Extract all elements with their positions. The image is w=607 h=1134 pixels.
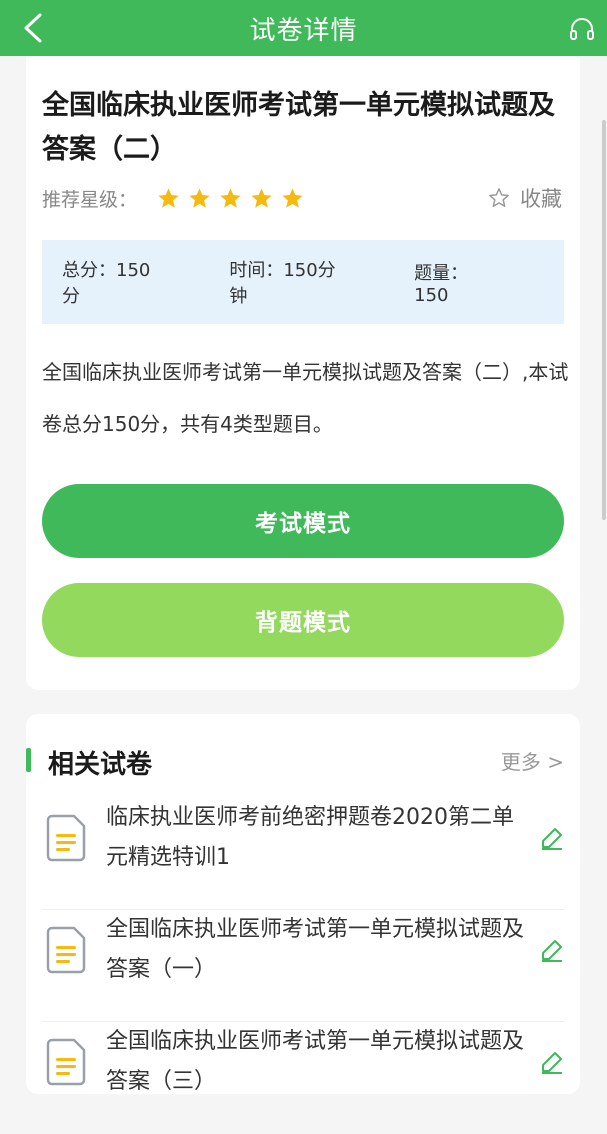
document-icon [46,814,86,862]
scrollbar[interactable] [602,120,606,520]
related-papers-card: 相关试卷 更多 > 临床执业医师考前绝密押题卷2020第二单元精选特训1 全国临… [26,714,580,1094]
total-score: 总分：150分 [62,260,151,307]
rating-row: 推荐星级： 收藏 [42,182,562,214]
list-item-title: 临床执业医师考前绝密押题卷2020第二单元精选特训1 [106,805,514,870]
edit-icon[interactable] [540,938,564,962]
exam-mode-button[interactable]: 考试模式 [42,484,564,558]
paper-info-box: 总分：150分 时间：150分钟 题量：150 [42,240,564,324]
recite-mode-button[interactable]: 背题模式 [42,583,564,657]
page-title: 试卷详情 [249,15,358,46]
more-link[interactable]: 更多 > [501,746,564,775]
rating-stars [157,187,304,210]
paper-detail-card: 全国临床执业医师考试第一单元模拟试题及答案（二） 推荐星级： 收藏 总分：150… [26,56,580,690]
list-item-title: 全国临床执业医师考试第一单元模拟试题及答案（一） [106,917,525,982]
favorite-label: 收藏 [520,187,562,211]
star-icon [189,187,210,208]
paper-title: 全国临床执业医师考试第一单元模拟试题及答案（二） [42,90,555,165]
list-item[interactable]: 全国临床执业医师考试第一单元模拟试题及答案（三） [42,1022,564,1134]
list-item[interactable]: 临床执业医师考前绝密押题卷2020第二单元精选特训1 [42,798,564,910]
top-bar: 试卷详情 [0,0,607,56]
star-icon [282,187,303,208]
exam-time: 时间：150分钟 [229,260,336,307]
rating-label: 推荐星级： [42,188,138,211]
list-item-title: 全国临床执业医师考试第一单元模拟试题及答案（三） [106,1029,525,1094]
paper-description: 全国临床执业医师考试第一单元模拟试题及答案（二）,本试卷总分150分，共有4类型… [42,360,569,436]
list-item[interactable]: 全国临床执业医师考试第一单元模拟试题及答案（一） [42,910,564,1022]
chevron-left-icon[interactable] [18,12,50,44]
document-icon [46,926,86,974]
section-title: 相关试卷 [48,750,153,780]
document-icon [46,1038,86,1086]
star-icon [220,187,241,208]
edit-icon[interactable] [540,826,564,850]
headset-icon[interactable] [569,16,595,42]
question-count: 题量：150 [414,262,469,306]
edit-icon[interactable] [540,1050,564,1074]
star-icon [251,187,272,208]
star-icon [158,187,179,208]
favorite-button[interactable]: 收藏 [488,182,562,214]
section-accent-bar [26,748,31,772]
star-outline-icon [489,188,509,207]
section-header: 相关试卷 更多 > [26,744,580,780]
